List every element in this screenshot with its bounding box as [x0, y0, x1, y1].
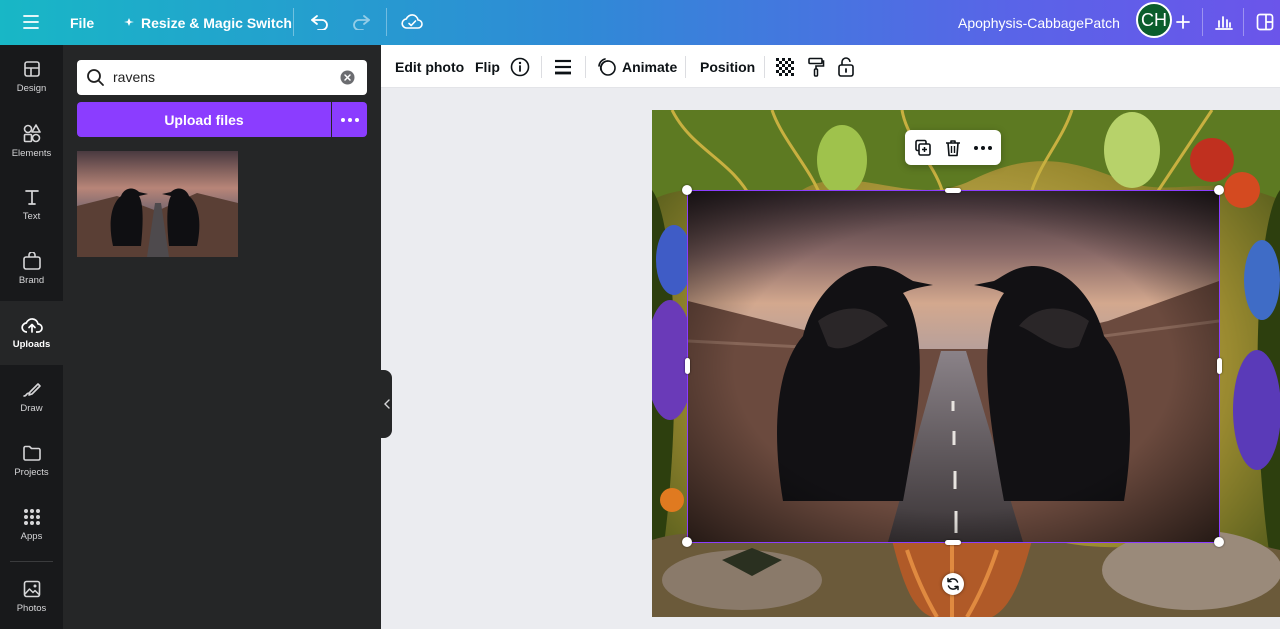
resize-handle-bottom-left[interactable] [682, 537, 692, 547]
insights-chart-icon[interactable] [1209, 8, 1239, 36]
resize-handle-bottom-right[interactable] [1214, 537, 1224, 547]
top-bar: File Resize & Magic Switch Apophysis-Cab… [0, 0, 1280, 45]
divider [541, 56, 542, 78]
resize-label: Resize & Magic Switch [141, 14, 292, 31]
collapse-panel-handle[interactable] [381, 370, 392, 438]
rotate-handle[interactable] [942, 573, 964, 595]
chevron-left-icon [383, 399, 390, 409]
divider [293, 8, 294, 36]
rail-item-uploads[interactable]: Uploads [0, 301, 63, 365]
edit-photo-button[interactable]: Edit photo [395, 45, 464, 88]
ravens-photo [688, 191, 1219, 542]
cloud-saved-icon[interactable] [396, 8, 428, 36]
draw-icon [22, 383, 41, 397]
rail-item-apps[interactable]: Apps [0, 493, 63, 557]
transparency-icon[interactable] [776, 45, 794, 88]
divider [386, 8, 387, 36]
info-icon[interactable] [510, 45, 530, 88]
rail-item-design[interactable]: Design [0, 45, 63, 109]
add-collaborator-icon[interactable] [1168, 8, 1198, 36]
divider [585, 56, 586, 78]
upload-files-button[interactable]: Upload files [77, 102, 331, 137]
more-horizontal-icon [340, 117, 359, 122]
avatar[interactable]: CH [1136, 2, 1172, 38]
redo-icon[interactable] [346, 8, 376, 36]
design-icon [23, 61, 40, 77]
upload-thumbnail-ravens[interactable] [77, 151, 238, 257]
elements-icon [23, 124, 41, 143]
panel-layout-icon[interactable] [1250, 8, 1280, 36]
context-toolbar: Edit photo Flip Animate Position [381, 45, 1280, 88]
sparkle-crown-icon [124, 17, 134, 26]
rail-item-projects[interactable]: Projects [0, 429, 63, 493]
apps-grid-icon [23, 509, 40, 525]
divider [1202, 8, 1203, 36]
rail-label: Uploads [12, 339, 51, 350]
trash-icon[interactable] [939, 134, 967, 161]
rail-item-photos[interactable]: Photos [0, 565, 63, 629]
rail-item-brand[interactable]: Brand [0, 237, 63, 301]
resize-handle-top[interactable] [945, 188, 961, 193]
divider [685, 56, 686, 78]
resize-handle-right[interactable] [1217, 358, 1222, 374]
rail-label: Text [22, 211, 41, 222]
folder-icon [22, 445, 41, 461]
cloud-upload-icon [20, 318, 43, 333]
resize-handle-bottom[interactable] [945, 540, 961, 545]
rail-label: Apps [20, 531, 43, 542]
search-icon [87, 69, 104, 86]
rail-item-elements[interactable]: Elements [0, 109, 63, 173]
photo-icon [23, 580, 40, 598]
rail-item-text[interactable]: Text [0, 173, 63, 237]
rail-label: Projects [14, 467, 49, 478]
border-style-icon[interactable] [554, 45, 572, 88]
ravens-thumbnail-image [77, 151, 238, 257]
rail-label: Draw [20, 403, 43, 414]
file-menu[interactable]: File [70, 0, 94, 45]
flip-button[interactable]: Flip [475, 45, 500, 88]
search-input[interactable]: ravens [113, 69, 155, 85]
clear-search-icon[interactable] [340, 70, 355, 85]
rail-label: Design [16, 83, 47, 94]
text-icon [24, 190, 39, 205]
animate-button[interactable]: Animate [597, 45, 677, 88]
brand-icon [22, 252, 41, 270]
resize-handle-top-right[interactable] [1214, 185, 1224, 195]
element-quick-actions [905, 130, 1001, 165]
duplicate-icon[interactable] [909, 134, 937, 161]
resize-magic-switch-button[interactable]: Resize & Magic Switch [123, 0, 292, 45]
more-options-icon[interactable] [969, 134, 997, 161]
uploads-panel: ravens Upload files [63, 45, 381, 629]
rail-label: Photos [16, 603, 47, 614]
lock-icon[interactable] [837, 45, 855, 88]
animate-icon [598, 57, 616, 76]
rail-label: Brand [18, 275, 45, 286]
left-rail: Design Elements Text Brand Uploads Draw … [0, 45, 63, 629]
rail-item-draw[interactable]: Draw [0, 365, 63, 429]
search-box[interactable]: ravens [77, 60, 367, 95]
upload-options-button[interactable] [332, 102, 367, 137]
project-title[interactable]: Apophysis-CabbagePatch [958, 0, 1120, 45]
menu-icon[interactable] [16, 8, 46, 36]
rail-label: Elements [11, 148, 52, 159]
selected-ravens-image[interactable] [688, 191, 1219, 542]
resize-handle-left[interactable] [685, 358, 690, 374]
undo-icon[interactable] [305, 8, 335, 36]
divider [764, 56, 765, 78]
animate-label: Animate [622, 58, 678, 75]
resize-handle-top-left[interactable] [682, 185, 692, 195]
rail-divider [10, 561, 53, 562]
paint-roller-icon[interactable] [807, 45, 825, 88]
position-button[interactable]: Position [700, 45, 755, 88]
divider [1243, 8, 1244, 36]
rotate-icon [947, 577, 959, 591]
